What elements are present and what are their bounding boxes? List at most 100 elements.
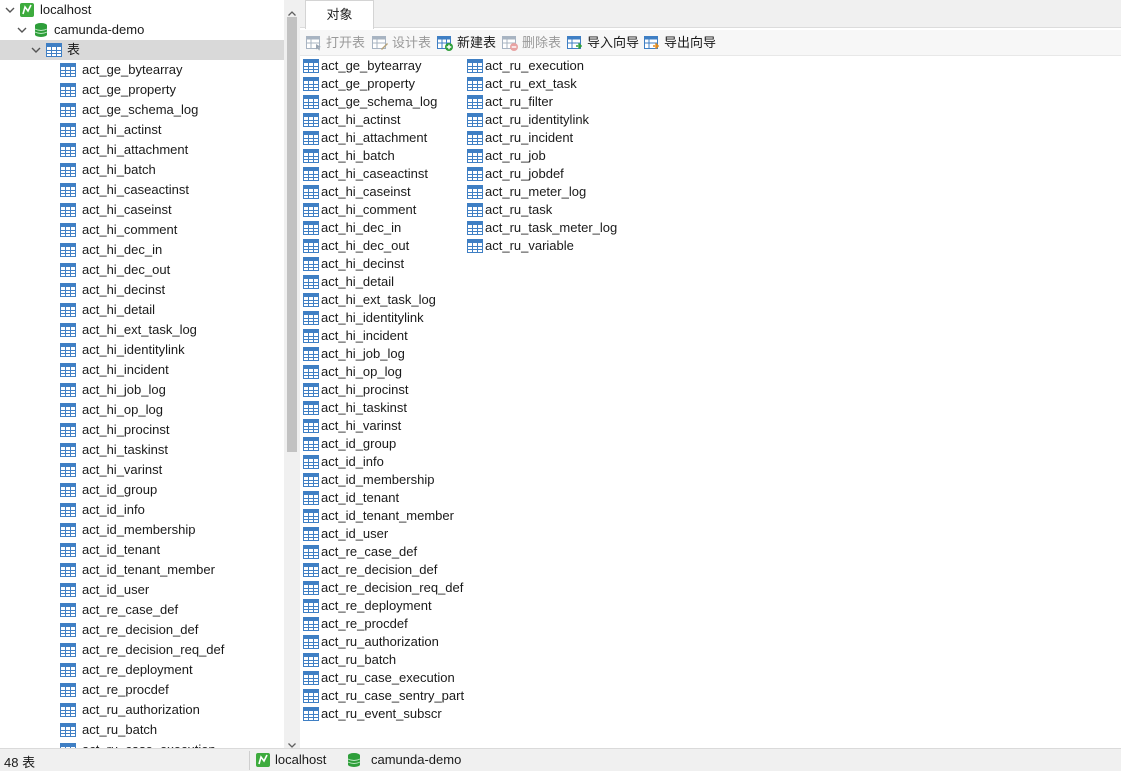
tree-table-item[interactable]: act_hi_job_log [0, 380, 284, 400]
tree-table-item[interactable]: act_id_tenant_member [0, 560, 284, 580]
table-icon [303, 562, 319, 578]
tree-table-item[interactable]: act_ru_case_execution [0, 740, 284, 748]
table-icon [60, 342, 76, 358]
object-table-label: act_hi_job_log [321, 346, 405, 361]
tree-table-label: act_hi_caseinst [82, 202, 172, 217]
object-list: act_ge_bytearray act_ge_property act_ge_sc… [300, 57, 1121, 747]
tree-table-item[interactable]: act_re_procdef [0, 680, 284, 700]
table-icon [303, 184, 319, 200]
object-table-label: act_id_membership [321, 472, 435, 487]
object-table-label: act_ru_case_execution [321, 670, 455, 685]
object-table-label: act_hi_taskinst [321, 400, 407, 415]
tree-table-item[interactable]: act_hi_ext_task_log [0, 320, 284, 340]
tree-table-item[interactable]: act_hi_batch [0, 160, 284, 180]
table-icon [60, 202, 76, 218]
table-icon [60, 542, 76, 558]
table-icon [467, 184, 483, 200]
chevron-down-icon[interactable] [16, 20, 28, 40]
tree-table-item[interactable]: act_ge_schema_log [0, 100, 284, 120]
object-table-label: act_ru_filter [485, 94, 553, 109]
status-connection: localhost [275, 752, 327, 767]
table-icon [60, 482, 76, 498]
tree-table-item[interactable]: act_hi_caseinst [0, 200, 284, 220]
table-icon [303, 418, 319, 434]
object-table-label: act_hi_dec_in [321, 220, 402, 235]
table-icon [303, 292, 319, 308]
tree-table-item[interactable]: act_hi_dec_in [0, 240, 284, 260]
tree-table-item[interactable]: act_id_group [0, 480, 284, 500]
table-icon [60, 702, 76, 718]
tree-table-item[interactable]: act_ru_authorization [0, 700, 284, 720]
table-icon [467, 130, 483, 146]
tree-table-item[interactable]: act_id_tenant [0, 540, 284, 560]
tree-table-item[interactable]: act_re_decision_req_def [0, 640, 284, 660]
tree-table-label: act_ge_property [82, 82, 176, 97]
tree-table-item[interactable]: act_re_case_def [0, 600, 284, 620]
table-icon [303, 112, 319, 128]
tree-table-item[interactable]: act_id_membership [0, 520, 284, 540]
tree-table-label: act_id_info [82, 502, 145, 517]
database-icon [346, 752, 362, 768]
table-icon [60, 222, 76, 238]
object-table-label: act_ru_identitylink [485, 112, 590, 127]
tree-table-item[interactable]: act_hi_dec_out [0, 260, 284, 280]
tree-table-item[interactable]: act_hi_caseactinst [0, 180, 284, 200]
tree-table-item[interactable]: act_id_user [0, 580, 284, 600]
object-table-label: act_id_user [321, 526, 389, 541]
tree-table-item[interactable]: act_re_decision_def [0, 620, 284, 640]
table-icon [60, 522, 76, 538]
tree-table-item[interactable]: act_hi_actinst [0, 120, 284, 140]
tree-node-connection[interactable]: localhost [0, 0, 284, 20]
tree-table-item[interactable]: act_hi_procinst [0, 420, 284, 440]
tree-table-label: act_hi_op_log [82, 402, 163, 417]
table-icon [303, 490, 319, 506]
table-icon [60, 302, 76, 318]
object-table-label: act_hi_attachment [321, 130, 428, 145]
table-count: 48 表 [4, 755, 36, 770]
tree-table-label: act_hi_dec_in [82, 242, 163, 257]
tree-table-item[interactable]: act_hi_decinst [0, 280, 284, 300]
tree-table-item[interactable]: act_hi_detail [0, 300, 284, 320]
tree-table-item[interactable]: act_id_info [0, 500, 284, 520]
chevron-down-icon[interactable] [30, 40, 42, 60]
tree-table-item[interactable]: act_ru_batch [0, 720, 284, 740]
tree-table-item[interactable]: act_hi_identitylink [0, 340, 284, 360]
scrollbar-thumb[interactable] [287, 17, 297, 452]
tree-node-database[interactable]: camunda-demo [0, 20, 284, 40]
tree-table-item[interactable]: act_ge_bytearray [0, 60, 284, 80]
navigation-tree[interactable]: localhost camunda-demo 表 act_ge_bytearra… [0, 0, 284, 748]
tree-node-tables[interactable]: 表 [0, 40, 284, 60]
tree-table-label: act_ru_authorization [82, 702, 200, 717]
tree-table-item[interactable]: act_hi_attachment [0, 140, 284, 160]
tree-table-label: act_hi_ext_task_log [82, 322, 197, 337]
object-table-label: act_ru_incident [485, 130, 574, 145]
database-icon [33, 22, 49, 38]
tree-table-item[interactable]: act_hi_comment [0, 220, 284, 240]
object-table-label: act_hi_caseinst [321, 184, 411, 199]
object-table-label: act_re_procdef [321, 616, 408, 631]
table-icon [60, 242, 76, 258]
object-table-label: act_ru_task [485, 202, 553, 217]
tree-table-item[interactable]: act_hi_varinst [0, 460, 284, 480]
tree-table-label: act_hi_actinst [82, 122, 162, 137]
table-icon [303, 202, 319, 218]
table-icon [303, 274, 319, 290]
table-icon [60, 602, 76, 618]
delete-table-icon [502, 35, 518, 51]
tree-table-item[interactable]: act_hi_taskinst [0, 440, 284, 460]
tree-table-item[interactable]: act_re_deployment [0, 660, 284, 680]
table-icon [467, 220, 483, 236]
tree-scrollbar[interactable] [284, 0, 300, 748]
tree-table-item[interactable]: act_ge_property [0, 80, 284, 100]
tree-table-item[interactable]: act_hi_op_log [0, 400, 284, 420]
object-table-label: act_ge_schema_log [321, 94, 438, 109]
tab-objects[interactable]: 对象 [305, 0, 374, 29]
table-icon [60, 322, 76, 338]
chevron-down-icon[interactable] [4, 0, 16, 20]
object-table-label: act_id_tenant [321, 490, 400, 505]
tree-table-label: act_re_decision_req_def [82, 642, 225, 657]
tree-table-label: act_hi_identitylink [82, 342, 185, 357]
table-icon [303, 472, 319, 488]
table-icon [303, 454, 319, 470]
tree-table-item[interactable]: act_hi_incident [0, 360, 284, 380]
